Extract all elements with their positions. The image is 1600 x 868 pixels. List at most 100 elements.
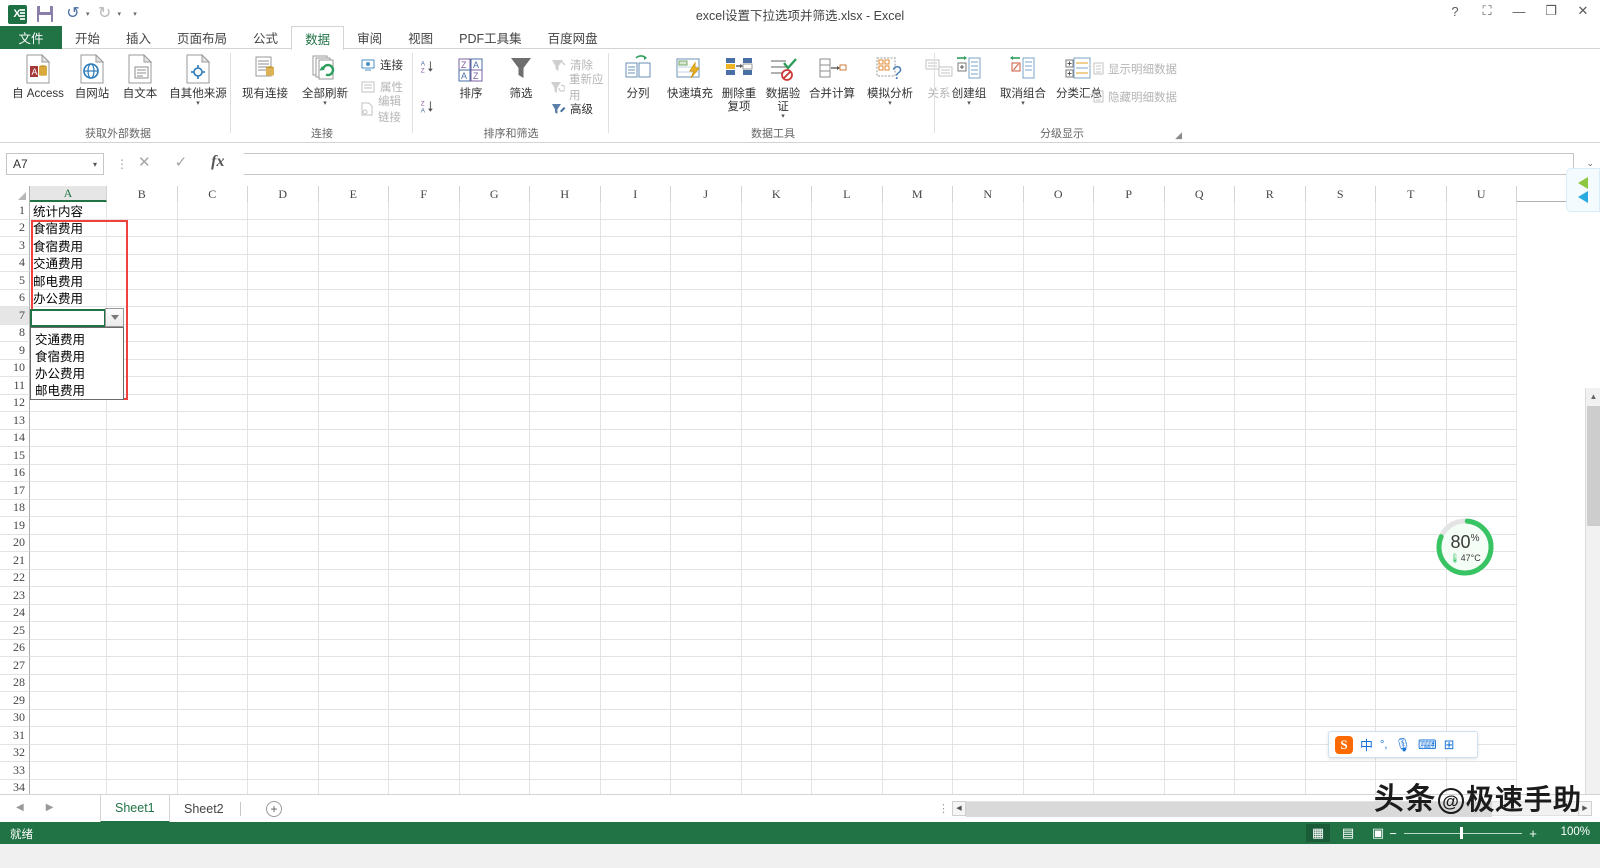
cell-A14[interactable] — [30, 429, 107, 447]
cell-N30[interactable] — [953, 709, 1024, 727]
cell-M16[interactable] — [882, 464, 953, 482]
cell-L15[interactable] — [812, 447, 883, 465]
cell-O24[interactable] — [1023, 604, 1094, 622]
cell-M23[interactable] — [882, 587, 953, 605]
row-header-30[interactable]: 30 — [0, 709, 30, 727]
page-break-view-icon[interactable]: ▣ — [1366, 824, 1390, 842]
cell-Q34[interactable] — [1165, 779, 1235, 794]
cell-B33[interactable] — [107, 762, 178, 780]
cell-U26[interactable] — [1446, 639, 1517, 657]
cell-J30[interactable] — [671, 709, 742, 727]
cell-F27[interactable] — [389, 657, 460, 675]
cell-F31[interactable] — [389, 727, 460, 745]
cell-J11[interactable] — [671, 377, 742, 395]
cell-H7[interactable] — [530, 307, 601, 325]
cell-J16[interactable] — [671, 464, 742, 482]
cell-C31[interactable] — [177, 727, 248, 745]
button-flash-fill[interactable]: 快速填充 — [662, 52, 718, 101]
row-header-10[interactable]: 10 — [0, 359, 30, 377]
row-header-28[interactable]: 28 — [0, 674, 30, 692]
ime-apps-icon[interactable]: ⊞ — [1444, 737, 1455, 753]
chevron-down-icon[interactable]: ▾ — [164, 100, 232, 107]
cell-S19[interactable] — [1305, 517, 1376, 535]
cell-C32[interactable] — [177, 744, 248, 762]
cell-L26[interactable] — [812, 639, 883, 657]
active-cell-a7[interactable] — [30, 308, 106, 327]
cell-T10[interactable] — [1376, 359, 1447, 377]
cell-M10[interactable] — [882, 359, 953, 377]
cell-G22[interactable] — [459, 569, 530, 587]
cell-B31[interactable] — [107, 727, 178, 745]
tab-8[interactable]: 百度网盘 — [535, 26, 611, 49]
cell-I1[interactable] — [600, 202, 671, 220]
cell-F2[interactable] — [389, 219, 460, 237]
cell-T24[interactable] — [1376, 604, 1447, 622]
cell-L9[interactable] — [812, 342, 883, 360]
cell-N21[interactable] — [953, 552, 1024, 570]
cell-G8[interactable] — [459, 324, 530, 342]
cell-F34[interactable] — [389, 779, 460, 794]
cell-H15[interactable] — [530, 447, 601, 465]
cell-E30[interactable] — [318, 709, 389, 727]
cell-S6[interactable] — [1305, 289, 1376, 307]
row-header-34[interactable]: 34 — [0, 779, 30, 794]
row-header-15[interactable]: 15 — [0, 447, 30, 465]
row-header-9[interactable]: 9 — [0, 342, 30, 360]
cell-Q11[interactable] — [1164, 377, 1235, 395]
cell-S16[interactable] — [1305, 464, 1376, 482]
cell-S13[interactable] — [1305, 412, 1376, 430]
cell-P31[interactable] — [1094, 727, 1165, 745]
cell-U2[interactable] — [1446, 219, 1517, 237]
cell-O4[interactable] — [1023, 254, 1094, 272]
cell-M7[interactable] — [882, 307, 953, 325]
cell-N26[interactable] — [953, 639, 1024, 657]
cell-F8[interactable] — [389, 324, 460, 342]
cell-M20[interactable] — [882, 534, 953, 552]
cell-H1[interactable] — [530, 202, 601, 220]
cell-F19[interactable] — [389, 517, 460, 535]
cell-B32[interactable] — [107, 744, 178, 762]
cell-P34[interactable] — [1094, 779, 1165, 794]
cell-D3[interactable] — [248, 237, 319, 255]
cell-A16[interactable] — [30, 464, 107, 482]
row-header-33[interactable]: 33 — [0, 762, 30, 780]
cell-H27[interactable] — [530, 657, 601, 675]
cell-H14[interactable] — [530, 429, 601, 447]
cell-D12[interactable] — [248, 394, 319, 412]
cell-F28[interactable] — [389, 674, 460, 692]
button-sort-ascending[interactable]: AZ — [420, 57, 436, 77]
cell-T23[interactable] — [1376, 587, 1447, 605]
cell-P15[interactable] — [1094, 447, 1165, 465]
cell-H19[interactable] — [530, 517, 601, 535]
cell-T8[interactable] — [1376, 324, 1447, 342]
cell-I21[interactable] — [600, 552, 671, 570]
cell-K21[interactable] — [741, 552, 812, 570]
cell-N32[interactable] — [953, 744, 1024, 762]
cell-G9[interactable] — [459, 342, 530, 360]
cell-P26[interactable] — [1094, 639, 1165, 657]
cell-P13[interactable] — [1094, 412, 1165, 430]
cell-I23[interactable] — [600, 587, 671, 605]
cell-B30[interactable] — [107, 709, 178, 727]
cell-F32[interactable] — [389, 744, 460, 762]
cell-C30[interactable] — [177, 709, 248, 727]
row-header-8[interactable]: 8 — [0, 324, 30, 342]
cell-Q13[interactable] — [1164, 412, 1235, 430]
cell-S25[interactable] — [1305, 622, 1376, 640]
cell-F24[interactable] — [389, 604, 460, 622]
cell-N2[interactable] — [953, 219, 1024, 237]
cell-B25[interactable] — [107, 622, 178, 640]
cell-Q33[interactable] — [1164, 762, 1235, 780]
cell-O5[interactable] — [1023, 272, 1094, 290]
cell-U5[interactable] — [1446, 272, 1517, 290]
button-from-other-sources[interactable]: 自其他来源 ▾ — [164, 52, 232, 107]
cell-Q26[interactable] — [1164, 639, 1235, 657]
cell-D15[interactable] — [248, 447, 319, 465]
cell-N15[interactable] — [953, 447, 1024, 465]
cell-R28[interactable] — [1235, 674, 1306, 692]
cell-R29[interactable] — [1235, 692, 1306, 710]
cell-O11[interactable] — [1023, 377, 1094, 395]
cell-J8[interactable] — [671, 324, 742, 342]
cell-F11[interactable] — [389, 377, 460, 395]
cell-R12[interactable] — [1235, 394, 1306, 412]
